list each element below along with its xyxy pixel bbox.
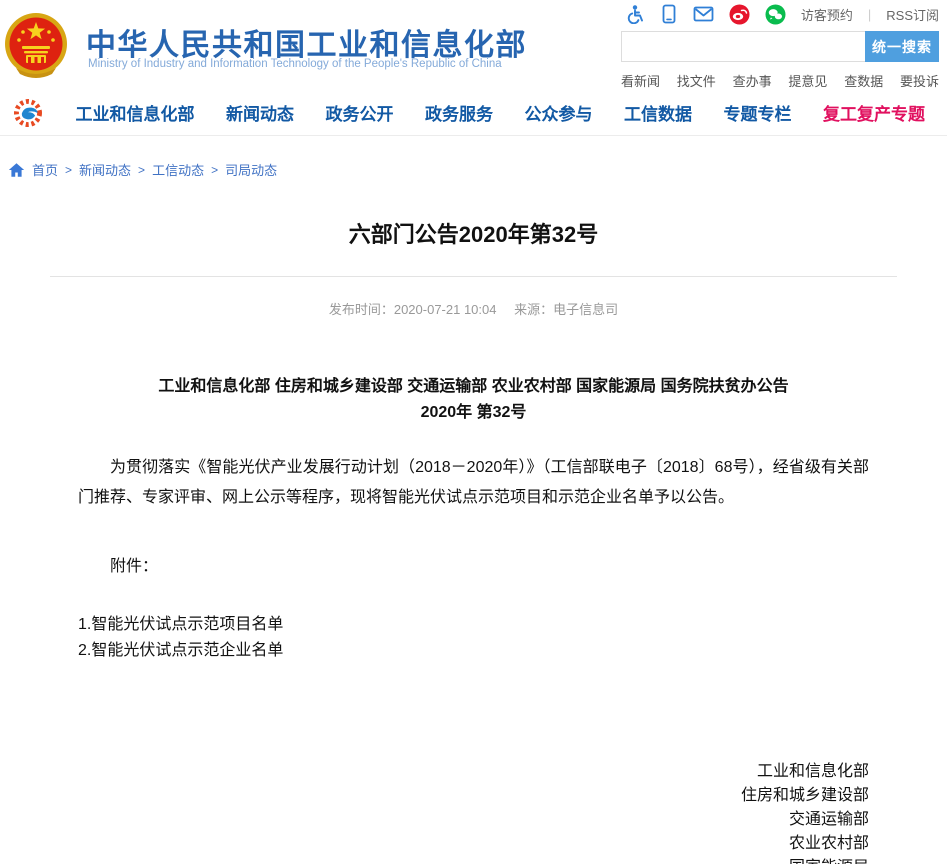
miit-gear-icon <box>12 97 44 129</box>
nav-item-resume-work[interactable]: 复工复产专题 <box>823 100 925 125</box>
title-divider <box>50 276 897 277</box>
quick-link-complaints[interactable]: 要投诉 <box>900 71 939 90</box>
site-subtitle: Ministry of Industry and Information Tec… <box>88 58 502 70</box>
signature-nea: 国家能源局 <box>78 856 869 864</box>
signature-mohurd: 住房和城乡建设部 <box>78 784 869 808</box>
rss-subscribe-link[interactable]: RSS订阅 <box>886 5 939 24</box>
breadcrumb-miit-news[interactable]: 工信动态 <box>152 160 204 179</box>
quick-link-services[interactable]: 查办事 <box>733 71 772 90</box>
accessibility-icon[interactable] <box>625 4 645 24</box>
signature-miit: 工业和信息化部 <box>78 760 869 784</box>
main-nav: 工业和信息化部 新闻动态 政务公开 政务服务 公众参与 工信数据 专题专栏 复工… <box>0 90 947 136</box>
document-heading-line1: 工业和信息化部 住房和城乡建设部 交通运输部 农业农村部 国家能源局 国务院扶贫… <box>40 374 907 400</box>
document-heading-line2: 2020年 第32号 <box>40 400 907 426</box>
quick-link-news[interactable]: 看新闻 <box>621 71 660 90</box>
nav-item-news[interactable]: 新闻动态 <box>226 100 294 125</box>
nav-item-miit[interactable]: 工业和信息化部 <box>76 100 195 125</box>
signature-moa: 农业农村部 <box>78 832 869 856</box>
quick-link-data[interactable]: 查数据 <box>844 71 883 90</box>
quick-links-row: 看新闻 找文件 查办事 提意见 查数据 要投诉 <box>621 71 939 90</box>
mail-icon[interactable] <box>693 5 714 23</box>
breadcrumb-home[interactable]: 首页 <box>32 160 58 179</box>
visitor-reservation-link[interactable]: 访客预约 <box>801 5 853 24</box>
breadcrumb: 首页 > 新闻动态 > 工信动态 > 司局动态 <box>8 160 947 179</box>
attachment-link-2[interactable]: 2.智能光伏试点示范企业名单 <box>78 638 869 664</box>
weibo-icon[interactable] <box>729 4 750 25</box>
national-emblem-logo <box>4 12 68 78</box>
nav-item-gov-open[interactable]: 政务公开 <box>326 100 394 125</box>
attachment-label: 附件： <box>78 552 869 576</box>
quick-link-files[interactable]: 找文件 <box>677 71 716 90</box>
header-right: 访客预约 | RSS订阅 统一搜索 看新闻 找文件 查办事 提意见 查数据 要投… <box>621 2 939 90</box>
search-bar: 统一搜索 <box>621 31 939 62</box>
signature-block: 工业和信息化部 住房和城乡建设部 交通运输部 农业农村部 国家能源局 国务院扶贫… <box>78 760 869 864</box>
article-source: 来源：电子信息司 <box>514 302 618 317</box>
article: 六部门公告2020年第32号 发布时间：2020-07-21 10:04 来源：… <box>0 217 947 864</box>
attachment-link-1[interactable]: 1.智能光伏试点示范项目名单 <box>78 612 869 638</box>
mobile-icon[interactable] <box>660 4 678 24</box>
breadcrumb-separator: > <box>211 163 218 177</box>
document-body: 为贯彻落实《智能光伏产业发展行动计划（2018－2020年）》（工信部联电子〔2… <box>78 453 869 514</box>
document-paragraph: 为贯彻落实《智能光伏产业发展行动计划（2018－2020年）》（工信部联电子〔2… <box>78 453 869 514</box>
article-meta: 发布时间：2020-07-21 10:04 来源：电子信息司 <box>40 299 907 318</box>
utility-separator: | <box>868 7 871 22</box>
breadcrumb-news[interactable]: 新闻动态 <box>79 160 131 179</box>
site-header: 中华人民共和国工业和信息化部 Ministry of Industry and … <box>0 0 947 90</box>
nav-item-gov-service[interactable]: 政务服务 <box>425 100 493 125</box>
nav-item-special-columns[interactable]: 专题专栏 <box>724 100 792 125</box>
home-icon[interactable] <box>8 162 25 178</box>
header-utility-row: 访客预约 | RSS订阅 <box>621 2 939 26</box>
search-input[interactable] <box>621 31 865 62</box>
signature-mot: 交通运输部 <box>78 808 869 832</box>
quick-link-suggestions[interactable]: 提意见 <box>788 71 827 90</box>
document-heading: 工业和信息化部 住房和城乡建设部 交通运输部 农业农村部 国家能源局 国务院扶贫… <box>40 374 907 427</box>
wechat-icon[interactable] <box>765 4 786 25</box>
nav-item-participation[interactable]: 公众参与 <box>525 100 593 125</box>
breadcrumb-separator: > <box>65 163 72 177</box>
attachment-list: 1.智能光伏试点示范项目名单 2.智能光伏试点示范企业名单 <box>78 612 869 665</box>
unified-search-button[interactable]: 统一搜索 <box>865 31 939 62</box>
nav-item-data[interactable]: 工信数据 <box>624 100 692 125</box>
article-title: 六部门公告2020年第32号 <box>40 217 907 249</box>
breadcrumb-bureau-news[interactable]: 司局动态 <box>225 160 277 179</box>
breadcrumb-separator: > <box>138 163 145 177</box>
publish-time: 发布时间：2020-07-21 10:04 <box>329 302 497 317</box>
